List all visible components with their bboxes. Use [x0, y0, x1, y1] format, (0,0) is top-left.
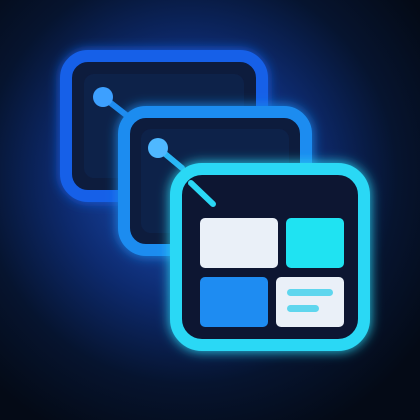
app-icon	[0, 0, 420, 420]
white-tile	[200, 218, 278, 268]
blue-tile	[200, 277, 268, 327]
back-connector-node	[93, 87, 113, 107]
stacked-windows-icon	[60, 50, 370, 351]
middle-connector-node	[148, 138, 168, 158]
cyan-tile	[286, 218, 344, 268]
text-card-tile	[276, 277, 344, 327]
